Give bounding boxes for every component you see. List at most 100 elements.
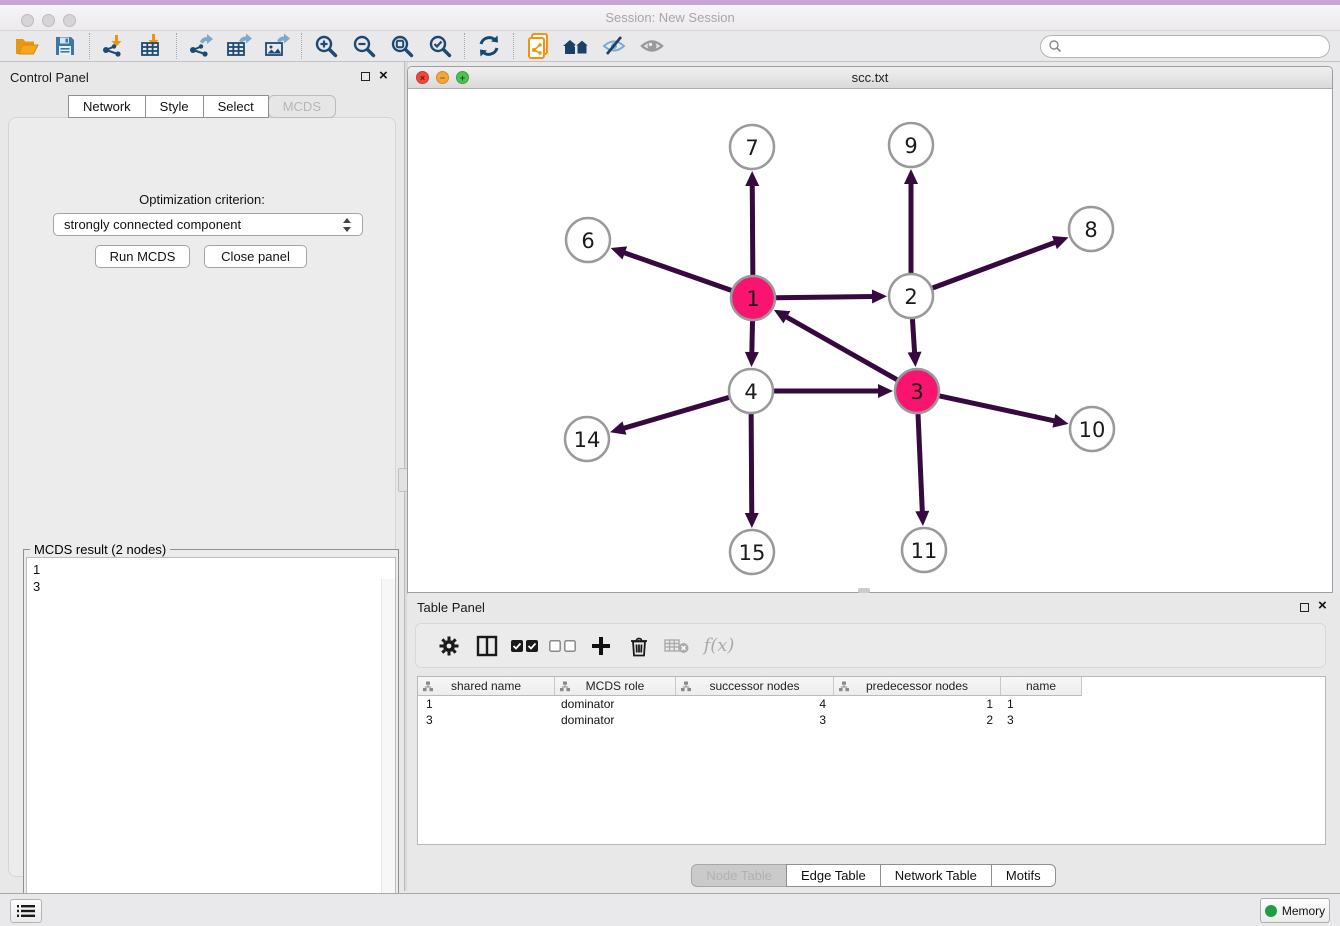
edge-1-4[interactable] [752, 321, 753, 354]
main-toolbar [0, 30, 1340, 62]
edge-2-3[interactable] [912, 319, 914, 354]
table-cell[interactable]: dominator [555, 697, 676, 711]
show-graphics-details-icon[interactable] [633, 31, 671, 61]
float-table-panel-icon[interactable] [1300, 603, 1309, 612]
graph-node-label: 3 [910, 380, 923, 404]
column-tree-icon [423, 681, 433, 692]
zoom-out-icon[interactable] [345, 31, 383, 61]
close-table-panel-icon[interactable]: × [1318, 597, 1327, 615]
application-window: Session: New Session [0, 0, 1340, 926]
tab-network[interactable]: Network [68, 95, 146, 118]
zoom-in-icon[interactable] [307, 31, 345, 61]
search-box[interactable] [1040, 35, 1330, 58]
session-title: Session: New Session [0, 5, 1340, 30]
refresh-icon[interactable] [470, 31, 508, 61]
tab-edge-table[interactable]: Edge Table [786, 864, 881, 887]
unselect-all-columns-icon[interactable] [544, 631, 582, 661]
tab-motifs[interactable]: Motifs [991, 864, 1056, 887]
edge-3-10[interactable] [939, 396, 1055, 421]
clone-network-icon[interactable] [519, 31, 557, 61]
horizontal-splitter-grip[interactable] [858, 588, 870, 593]
select-all-columns-icon[interactable] [506, 631, 544, 661]
toolbar-separator [301, 33, 302, 59]
search-input[interactable] [1062, 38, 1316, 54]
export-image-icon[interactable] [258, 31, 296, 61]
edge-3-11[interactable] [918, 414, 922, 513]
table-row[interactable]: 1dominator411 [418, 696, 1325, 712]
column-header-label: successor nodes [709, 679, 799, 693]
edge-1-2[interactable] [776, 296, 874, 297]
network-view-window: × − + scc.txt 1234678910111415 [407, 66, 1333, 593]
edge-arrowhead [611, 246, 627, 259]
memory-button[interactable]: Memory [1260, 898, 1330, 923]
edge-4-14[interactable] [623, 397, 729, 428]
show-column-icon[interactable] [468, 631, 506, 661]
graph-node-label: 9 [904, 134, 917, 158]
table-panel: Table Panel × f(x) [407, 595, 1340, 891]
table-cell[interactable]: 2 [834, 713, 1001, 727]
tab-select[interactable]: Select [203, 95, 269, 118]
column-tree-icon [560, 681, 570, 692]
edge-1-7[interactable] [752, 184, 753, 275]
toolbar-separator [89, 33, 90, 59]
table-cell[interactable]: 1 [834, 697, 1001, 711]
search-icon [1048, 39, 1062, 53]
optimization-criterion-select[interactable]: strongly connected component [53, 213, 363, 236]
run-mcds-button[interactable]: Run MCDS [95, 245, 190, 268]
edge-4-15[interactable] [751, 414, 752, 515]
close-panel-button[interactable]: Close panel [204, 245, 307, 268]
network-graph[interactable]: 1234678910111415 [409, 89, 1331, 592]
table-cell[interactable]: 3 [676, 713, 834, 727]
edge-3-1[interactable] [785, 316, 897, 379]
save-session-icon[interactable] [46, 31, 84, 61]
table-cell[interactable]: 1 [418, 697, 555, 711]
table-cell[interactable]: 4 [676, 697, 834, 711]
table-toolbar: f(x) [415, 623, 1326, 668]
delete-table-icon[interactable] [658, 631, 696, 661]
tab-style[interactable]: Style [145, 95, 204, 118]
import-table-icon[interactable] [133, 31, 171, 61]
table-cell[interactable]: 3 [418, 713, 555, 727]
table-cell[interactable]: dominator [555, 713, 676, 727]
zoom-fit-icon[interactable] [383, 31, 421, 61]
export-table-icon[interactable] [220, 31, 258, 61]
hide-unhide-icon[interactable] [595, 31, 633, 61]
export-network-icon[interactable] [182, 31, 220, 61]
create-column-icon[interactable] [582, 631, 620, 661]
graph-node-label: 8 [1084, 218, 1097, 242]
column-header-successor-nodes[interactable]: successor nodes [676, 677, 834, 695]
mcds-scrollbar[interactable] [381, 579, 395, 926]
tab-node-table[interactable]: Node Table [691, 864, 787, 887]
home-networks-icon[interactable] [557, 31, 595, 61]
delete-columns-icon[interactable] [620, 631, 658, 661]
table-cell[interactable]: 1 [1001, 697, 1082, 711]
edge-arrowhead [610, 421, 626, 434]
edge-2-8[interactable] [933, 242, 1057, 288]
graph-node-label: 4 [744, 380, 757, 404]
mcds-result-text[interactable]: 13 [26, 557, 396, 908]
tab-network-table[interactable]: Network Table [880, 864, 992, 887]
edge-arrowhead [904, 169, 918, 184]
task-history-button[interactable] [10, 899, 42, 923]
dropdown-value: strongly connected component [64, 217, 241, 232]
float-panel-icon[interactable] [361, 72, 370, 81]
function-builder-icon[interactable]: f(x) [696, 631, 742, 661]
import-network-icon[interactable] [95, 31, 133, 61]
column-header-name[interactable]: name [1001, 677, 1082, 695]
column-header-predecessor-nodes[interactable]: predecessor nodes [834, 677, 1001, 695]
tab-mcds[interactable]: MCDS [268, 95, 336, 118]
table-cell[interactable]: 3 [1001, 713, 1082, 727]
table-options-icon[interactable] [430, 631, 468, 661]
table-row[interactable]: 3dominator323 [418, 712, 1325, 728]
close-panel-icon[interactable]: × [379, 67, 388, 85]
node-table[interactable]: shared nameMCDS role successor nodes prede… [417, 676, 1326, 845]
open-session-icon[interactable] [8, 31, 46, 61]
mcds-result-line: 3 [33, 578, 389, 595]
edge-1-6[interactable] [623, 252, 731, 290]
edge-arrowhead [1052, 236, 1068, 249]
table-panel-title: Table Panel [417, 600, 485, 615]
zoom-selected-icon[interactable] [421, 31, 459, 61]
column-header-shared-name[interactable]: shared name [418, 677, 555, 695]
column-header-MCDS-role[interactable]: MCDS role [555, 677, 676, 695]
column-header-label: name [1026, 679, 1056, 693]
